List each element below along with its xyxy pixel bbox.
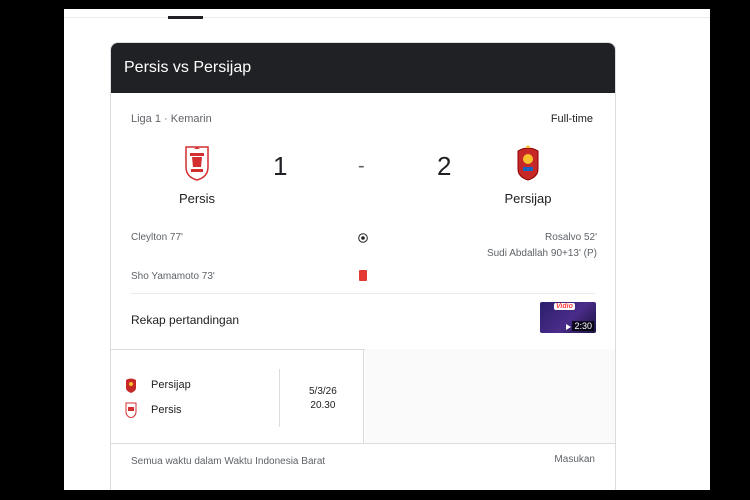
feedback-link[interactable]: Masukan <box>554 454 595 465</box>
play-icon <box>566 324 571 330</box>
away-event-2: Sudi Abdallah 90+13' (P) <box>486 248 597 259</box>
next-match-date: 5/3/26 <box>309 386 337 397</box>
persis-logo-icon[interactable] <box>184 145 210 181</box>
persis-logo-icon <box>125 402 137 418</box>
match-recap-label[interactable]: Rekap pertandingan <box>131 313 239 327</box>
league-date[interactable]: Liga 1 · Kemarin <box>131 113 212 125</box>
next-match-team-1: Persijap <box>151 379 191 391</box>
results-page: Persis vs Persijap Liga 1 · Kemarin Full… <box>64 9 710 490</box>
next-match-panel[interactable]: Persijap Persis 5/3/26 20.30 <box>111 349 364 443</box>
match-title[interactable]: Persis vs Persijap <box>111 43 615 93</box>
schedule-empty-panel <box>365 349 615 443</box>
next-match-team-2: Persis <box>151 404 182 416</box>
next-match-time: 20.30 <box>310 400 336 411</box>
match-status: Full-time <box>550 113 593 125</box>
match-card: Persis vs Persijap Liga 1 · Kemarin Full… <box>110 42 616 490</box>
persijap-logo-icon[interactable] <box>515 145 541 181</box>
video-duration: 2:30 <box>572 321 594 331</box>
soccer-ball-icon <box>358 233 368 243</box>
vidio-logo: Vidio <box>554 303 575 310</box>
active-tab-indicator[interactable] <box>168 16 203 19</box>
home-score: 1 <box>273 151 288 181</box>
home-event-2: Sho Yamamoto 73' <box>131 271 215 282</box>
away-score: 2 <box>437 151 452 181</box>
recap-video-thumbnail[interactable]: Vidio 2:30 <box>540 302 596 333</box>
tab-bar-divider <box>64 17 710 18</box>
persijap-logo-icon <box>126 378 136 393</box>
schedule-separator <box>279 369 280 427</box>
next-match-datetime: 5/3/26 20.30 <box>309 385 337 413</box>
score-separator: - <box>358 155 365 177</box>
away-team-name[interactable]: Persijap <box>488 191 568 206</box>
away-event-1: Rosalvo 52' <box>545 232 597 243</box>
timezone-note: Semua waktu dalam Waktu Indonesia Barat <box>131 456 326 467</box>
home-event-1: Cleylton 77' <box>131 232 183 243</box>
footer-border <box>111 443 615 444</box>
red-card-icon <box>359 270 367 281</box>
events-divider <box>131 293 595 294</box>
home-team-name[interactable]: Persis <box>157 191 237 206</box>
